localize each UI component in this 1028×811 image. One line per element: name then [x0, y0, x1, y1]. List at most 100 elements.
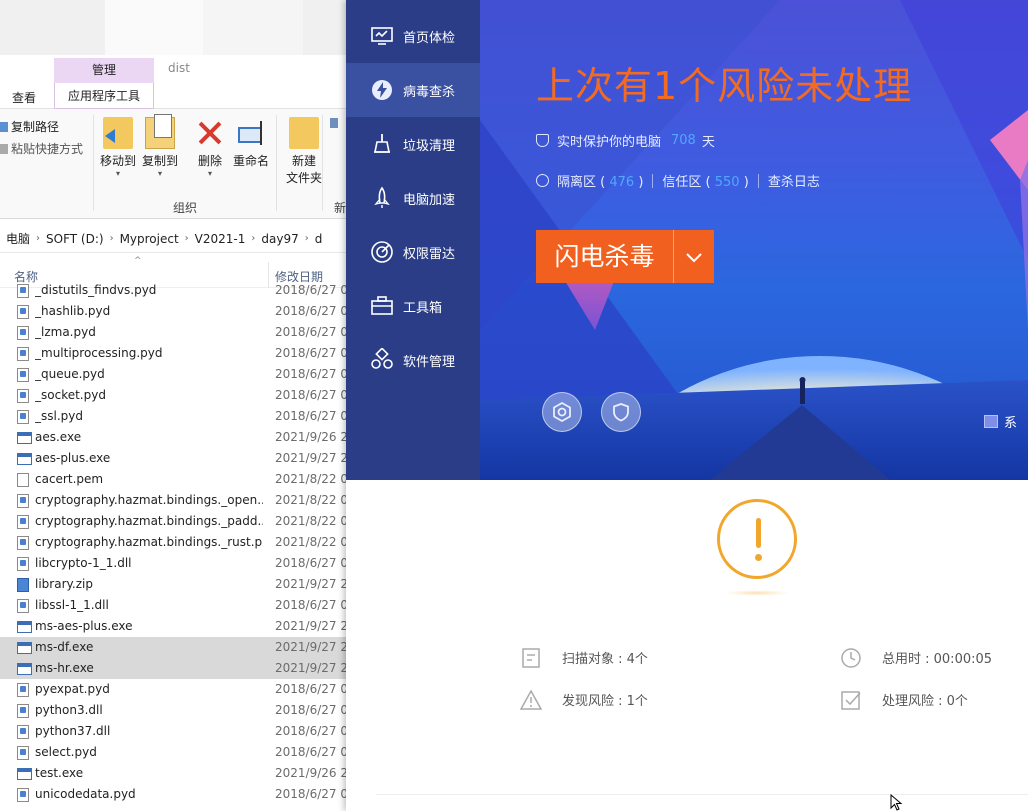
file-date: 2021/9/27 2 — [275, 451, 348, 465]
file-row[interactable]: aes-plus.exe 2021/9/27 2 — [0, 448, 350, 469]
executable-icon — [17, 663, 32, 675]
file-name: unicodedata.pyd — [35, 787, 136, 801]
copy-icon-partial[interactable] — [330, 118, 338, 128]
file-row[interactable]: test.exe 2021/9/26 2 — [0, 763, 350, 784]
tab-manage[interactable]: 管理 — [54, 58, 154, 83]
trust-count: 550 — [714, 175, 740, 190]
file-date: 2018/6/27 0 — [275, 703, 348, 717]
paste-shortcut-button[interactable]: 粘贴快捷方式 — [0, 140, 83, 157]
file-name: libcrypto-1_1.dll — [35, 556, 132, 570]
file-row[interactable]: libcrypto-1_1.dll 2018/6/27 0 — [0, 553, 350, 574]
copy-path-icon — [0, 121, 8, 132]
file-row[interactable]: _distutils_findvs.pyd 2018/6/27 0 — [0, 280, 350, 301]
sidebar-item-6[interactable]: 软件管理 — [346, 333, 480, 387]
file-name: libssl-1_1.dll — [35, 598, 109, 612]
file-name: select.pyd — [35, 745, 97, 759]
file-row[interactable]: pyexpat.pyd 2018/6/27 0 — [0, 679, 350, 700]
sidebar-item-3[interactable]: 电脑加速 — [346, 171, 480, 225]
trust-label: 信任区 ( — [662, 175, 711, 190]
file-row[interactable]: library.zip 2021/9/27 2 — [0, 574, 350, 595]
file-name: _queue.pyd — [35, 367, 105, 381]
window-tile — [105, 0, 203, 55]
trust-close: ) — [743, 175, 749, 190]
file-row[interactable]: cryptography.hazmat.bindings._rust.p... 2… — [0, 532, 350, 553]
sidebar-item-1[interactable]: 病毒查杀 — [346, 63, 480, 117]
executable-icon — [17, 432, 32, 444]
protection-label: 实时保护你的电脑 — [557, 135, 662, 150]
quarantine-icon — [536, 174, 549, 187]
sidebar-item-label: 垃圾清理 — [403, 138, 456, 154]
file-icon — [17, 599, 29, 613]
breadcrumb-segment[interactable]: V2021-1 — [189, 232, 252, 246]
file-row[interactable]: _multiprocessing.pyd 2018/6/27 0 — [0, 343, 350, 364]
file-date: 2021/8/22 0 — [275, 514, 348, 528]
executable-icon — [17, 453, 32, 465]
file-row[interactable]: select.pyd 2018/6/27 0 — [0, 742, 350, 763]
scan-options-dropdown[interactable] — [673, 230, 714, 283]
move-to-button[interactable]: 移动到 ▾ — [96, 117, 140, 178]
file-date: 2018/6/27 0 — [275, 325, 348, 339]
file-row[interactable]: cryptography.hazmat.bindings._padd... 202… — [0, 511, 350, 532]
file-row[interactable]: _socket.pyd 2018/6/27 0 — [0, 385, 350, 406]
sidebar-item-0[interactable]: 首页体检 — [346, 9, 480, 63]
file-date: 2018/6/27 0 — [275, 556, 348, 570]
warning-icon — [717, 499, 797, 579]
sidebar-item-4[interactable]: 权限雷达 — [346, 225, 480, 279]
file-name: _socket.pyd — [35, 388, 106, 402]
file-row[interactable]: cacert.pem 2021/8/22 0 — [0, 469, 350, 490]
breadcrumb-segment[interactable]: SOFT (D:) — [40, 232, 110, 246]
file-row[interactable]: python37.dll 2018/6/27 0 — [0, 721, 350, 742]
tab-view[interactable]: 查看 — [12, 89, 36, 106]
scan-log-link[interactable]: 查杀日志 — [768, 171, 820, 190]
system-label[interactable]: 系 — [984, 412, 1017, 431]
file-date: 2018/6/27 0 — [275, 724, 348, 738]
protection-round-button[interactable] — [601, 392, 641, 432]
file-row[interactable]: ms-df.exe 2021/9/27 2 — [0, 637, 350, 658]
quick-scan-button[interactable]: 闪电杀毒 — [536, 230, 714, 283]
breadcrumb-segment[interactable]: d — [309, 232, 329, 246]
file-row[interactable]: ms-hr.exe 2021/9/27 2 — [0, 658, 350, 679]
chevron-down-icon: ▾ — [207, 169, 212, 178]
stat-total-time: 总用时 : 00:00:05 — [840, 647, 992, 668]
settings-round-button[interactable] — [542, 392, 582, 432]
ribbon-toolbar: 复制路径 粘贴快捷方式 移动到 ▾ 复制到 ▾ 删除 ▾ 重命名 组织 新建 文… — [0, 109, 350, 219]
trust-zone-link[interactable]: 信任区 ( 550 ) — [662, 171, 748, 190]
rename-button[interactable]: 重命名 — [229, 117, 273, 170]
sidebar-item-5[interactable]: 工具箱 — [346, 279, 480, 333]
file-name: python3.dll — [35, 703, 103, 717]
file-row[interactable]: python3.dll 2018/6/27 0 — [0, 700, 350, 721]
file-icon — [17, 284, 29, 298]
file-name: python37.dll — [35, 724, 111, 738]
breadcrumb-segment[interactable]: day97 — [255, 232, 304, 246]
copy-path-button[interactable]: 复制路径 — [0, 118, 59, 135]
file-icon — [17, 494, 29, 508]
system-label-text: 系 — [1004, 416, 1018, 431]
breadcrumb-segment[interactable]: Myproject — [114, 232, 185, 246]
group-organize-label: 组织 — [173, 201, 198, 215]
file-date: 2018/6/27 0 — [275, 409, 348, 423]
quarantine-link[interactable]: 隔离区 ( 476 ) — [557, 171, 643, 190]
stat-risks-handled-text: 处理风险 : 0个 — [882, 693, 968, 709]
file-row[interactable]: libssl-1_1.dll 2018/6/27 0 — [0, 595, 350, 616]
taskbar-area — [0, 0, 350, 55]
file-row[interactable]: _ssl.pyd 2018/6/27 0 — [0, 406, 350, 427]
quick-scan-label[interactable]: 闪电杀毒 — [536, 230, 673, 283]
breadcrumb-segment[interactable]: 电脑 — [0, 230, 36, 247]
tab-app-tools[interactable]: 应用程序工具 — [54, 83, 154, 109]
sidebar-item-2[interactable]: 垃圾清理 — [346, 117, 480, 171]
file-row[interactable]: unicodedata.pyd 2018/6/27 0 — [0, 784, 350, 805]
file-row[interactable]: ms-aes-plus.exe 2021/9/27 2 — [0, 616, 350, 637]
file-name: library.zip — [35, 577, 93, 591]
file-date: 2021/9/27 2 — [275, 640, 348, 654]
file-row[interactable]: cryptography.hazmat.bindings._open... 202… — [0, 490, 350, 511]
copy-to-button[interactable]: 复制到 ▾ — [138, 114, 182, 178]
delete-icon — [195, 117, 225, 149]
file-row[interactable]: _lzma.pyd 2018/6/27 0 — [0, 322, 350, 343]
delete-button[interactable]: 删除 ▾ — [188, 117, 232, 178]
file-row[interactable]: _hashlib.pyd 2018/6/27 0 — [0, 301, 350, 322]
breadcrumb[interactable]: 电脑 › SOFT (D:) › Myproject › V2021-1 › day97 › d — [0, 225, 350, 253]
file-date: 2021/8/22 0 — [275, 472, 348, 486]
new-folder-button[interactable]: 新建 文件夹 — [282, 117, 326, 187]
file-row[interactable]: _queue.pyd 2018/6/27 0 — [0, 364, 350, 385]
file-row[interactable]: aes.exe 2021/9/26 2 — [0, 427, 350, 448]
